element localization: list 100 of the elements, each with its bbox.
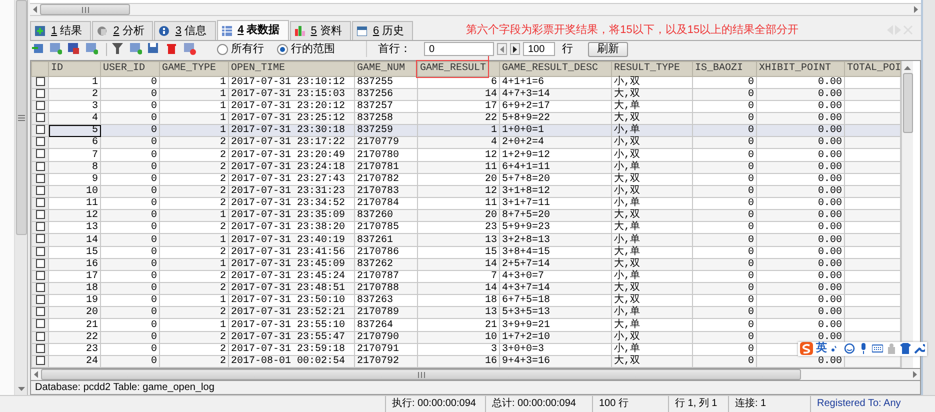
- add-row-icon[interactable]: [50, 43, 62, 56]
- calendar-icon: [356, 26, 367, 36]
- scroll-up-icon[interactable]: [904, 66, 911, 70]
- copy-row-icon[interactable]: [86, 43, 98, 56]
- table-cell: 4+7+3=14: [500, 88, 612, 100]
- table-cell: 2: [160, 306, 228, 319]
- table-cell: 2: [160, 148, 228, 162]
- table-cell: 2: [160, 282, 228, 295]
- column-header[interactable]: TOTAL_POI: [844, 61, 900, 76]
- table-cell: 837255: [354, 76, 418, 88]
- smiley-icon[interactable]: [844, 343, 855, 354]
- row-checkbox[interactable]: [36, 283, 44, 292]
- table-cell: 0.00: [756, 124, 844, 137]
- save-icon[interactable]: [148, 43, 160, 56]
- column-header[interactable]: GAME_RESULT_DESC: [500, 61, 612, 76]
- chart-icon: [97, 26, 108, 36]
- keyboard-icon[interactable]: [872, 343, 883, 354]
- row-checkbox[interactable]: [36, 198, 44, 208]
- row-checkbox[interactable]: [36, 125, 44, 134]
- column-header[interactable]: XHIBIT_POINT: [756, 61, 844, 76]
- row-checkbox[interactable]: [36, 149, 44, 158]
- annotation-text: 第六个字段为彩票开奖结果，将15以下，以及15以上的结果全部分开: [466, 22, 799, 38]
- delete-icon[interactable]: [184, 43, 196, 56]
- column-header[interactable]: IS_BAOZI: [692, 61, 756, 76]
- tab[interactable]: 1 结果: [30, 21, 92, 40]
- tab[interactable]: 4 表数据: [216, 20, 289, 40]
- table-cell: 2017-07-31 23:40:19: [228, 234, 354, 246]
- table-cell: 小,双: [612, 136, 692, 149]
- row-checkbox[interactable]: [36, 113, 44, 122]
- column-header[interactable]: GAME_RESULT: [418, 61, 500, 76]
- table-cell: 小,单: [612, 234, 692, 246]
- logo-icon[interactable]: [800, 342, 813, 356]
- row-checkbox[interactable]: [36, 319, 44, 328]
- table-cell: 0: [100, 318, 160, 332]
- tab[interactable]: 5 资料: [290, 21, 351, 40]
- table-cell: 6: [48, 136, 100, 149]
- tab[interactable]: 6 历史: [352, 21, 414, 40]
- row-checkbox[interactable]: [36, 222, 44, 232]
- row-checkbox[interactable]: [36, 295, 44, 304]
- table-cell: 1+2+9=12: [500, 148, 612, 162]
- table-cell: 21: [48, 318, 100, 332]
- table-cell: 0: [692, 258, 756, 270]
- row-checkbox[interactable]: [36, 137, 44, 146]
- scroll-right-icon[interactable]: [913, 371, 917, 378]
- table-cell: 2170792: [354, 355, 418, 368]
- table-cell: 0: [100, 343, 160, 356]
- column-header[interactable]: OPEN_TIME: [228, 61, 354, 76]
- tab[interactable]: 2 分析: [92, 21, 154, 40]
- table-cell: 2+0+2=4: [500, 136, 612, 149]
- table-cell: 14: [418, 282, 500, 295]
- scroll-down-icon[interactable]: [18, 387, 24, 391]
- first-row-field[interactable]: 0: [424, 42, 494, 56]
- column-header[interactable]: RESULT_TYPE: [612, 61, 692, 76]
- scroll-left-icon[interactable]: [33, 6, 37, 14]
- table-icon[interactable]: [68, 43, 80, 56]
- table-cell: 0: [692, 355, 756, 368]
- table-cell: 2: [160, 343, 228, 356]
- table-cell: 837262: [354, 258, 418, 270]
- row-checkbox[interactable]: [36, 234, 44, 244]
- table-cell: 0: [692, 173, 756, 186]
- radio-option[interactable]: 所有行: [217, 41, 264, 58]
- tab[interactable]: 3 信息: [154, 21, 216, 40]
- column-header[interactable]: GAME_TYPE: [160, 61, 228, 76]
- table-cell: 12: [418, 185, 500, 198]
- table-cell: 0.00: [756, 306, 844, 319]
- table-cell: 5+8+9=22: [500, 112, 612, 125]
- table-cell: 2170779: [354, 136, 418, 149]
- table-cell: 2170790: [354, 331, 418, 344]
- scroll-left-icon[interactable]: [34, 371, 38, 378]
- refresh-button[interactable]: 刷新: [588, 42, 628, 57]
- table-cell: 小,单: [612, 343, 692, 356]
- table-cell: 0: [100, 173, 160, 186]
- table-cell: 2170780: [354, 148, 418, 162]
- column-header[interactable]: ID: [48, 61, 100, 76]
- table-cell: 大,双: [612, 282, 692, 295]
- column-header[interactable]: GAME_NUM: [354, 61, 418, 76]
- row-checkbox[interactable]: [36, 307, 44, 316]
- table-icon[interactable]: [130, 43, 142, 56]
- column-header[interactable]: USER_ID: [100, 61, 160, 76]
- info-icon: [159, 26, 170, 36]
- row-checkbox[interactable]: [36, 210, 44, 220]
- table-cell: 0.00: [756, 282, 844, 295]
- table-cell: 0: [692, 306, 756, 319]
- import-icon[interactable]: [32, 43, 44, 56]
- table-cell: 4+1+1=6: [500, 76, 612, 88]
- spin-button[interactable]: [510, 43, 520, 56]
- table-cell: 13: [418, 306, 500, 319]
- table-cell: 837259: [354, 124, 418, 137]
- ime-toolbar[interactable]: 英: [798, 342, 927, 356]
- row-count-field[interactable]: 100: [523, 42, 555, 56]
- scroll-right-icon[interactable]: [914, 6, 918, 14]
- table-cell: 0.00: [756, 355, 844, 368]
- shirt-icon[interactable]: [900, 343, 911, 354]
- table-cell: 0: [692, 148, 756, 162]
- table-cell: 837264: [354, 318, 418, 332]
- filter-icon[interactable]: [112, 43, 124, 56]
- table-cell: 0: [692, 282, 756, 295]
- table-cell: 大,单: [612, 318, 692, 332]
- trash-icon[interactable]: [166, 43, 178, 56]
- radio-option[interactable]: 行的范围: [277, 41, 335, 58]
